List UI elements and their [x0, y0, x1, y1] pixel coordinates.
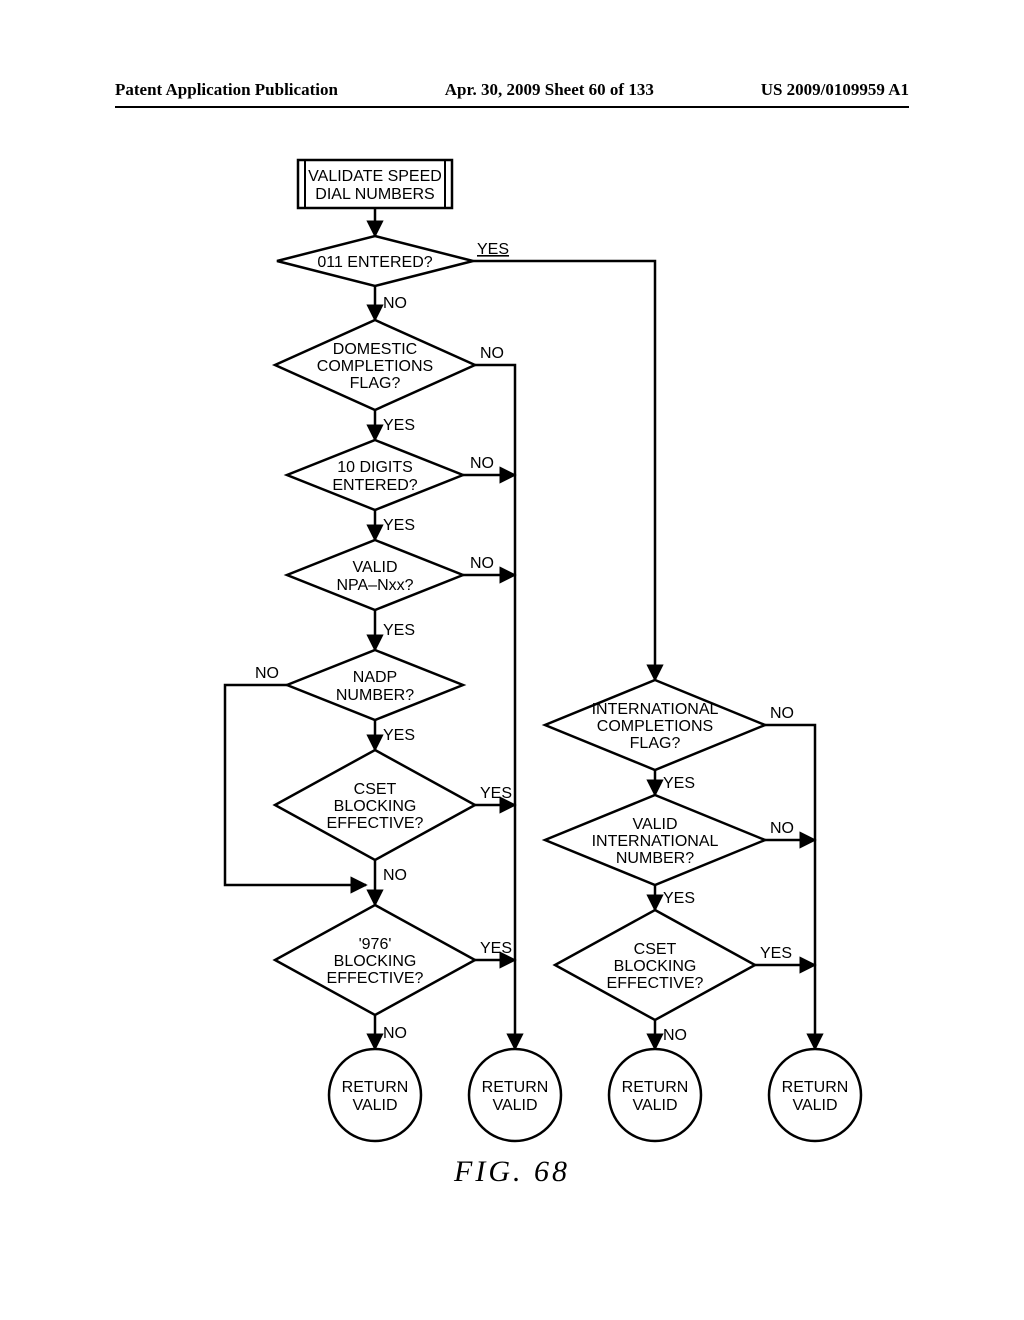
node-d10: CSET BLOCKING EFFECTIVE?: [555, 910, 755, 1020]
node-d2-l3: FLAG?: [350, 375, 401, 392]
node-d4: VALID NPA–Nxx?: [287, 540, 463, 610]
node-t1-l1: RETURN: [342, 1079, 409, 1096]
node-d6: CSET BLOCKING EFFECTIVE?: [275, 750, 475, 860]
node-t3: RETURN VALID: [609, 1049, 701, 1141]
figure-label: FIG. 68: [0, 1155, 1024, 1189]
edge-d8-no: NO: [770, 705, 794, 722]
node-d8-l1: INTERNATIONAL: [592, 701, 719, 718]
node-t3-l1: RETURN: [622, 1079, 689, 1096]
edge-d1-yes: YES: [477, 241, 509, 258]
node-d5-l2: NUMBER?: [336, 687, 414, 704]
edge-d3-no: NO: [470, 455, 494, 472]
edge-d6-no: NO: [383, 867, 407, 884]
edge-d3-yes: YES: [383, 517, 415, 534]
node-t2-l2: VALID: [492, 1097, 537, 1114]
node-d6-l3: EFFECTIVE?: [327, 815, 424, 832]
edge-d2-no: NO: [480, 345, 504, 362]
node-d9-l2: INTERNATIONAL: [592, 833, 719, 850]
edge-d10-no: NO: [663, 1027, 687, 1044]
header-center: Apr. 30, 2009 Sheet 60 of 133: [445, 80, 654, 100]
node-d8: INTERNATIONAL COMPLETIONS FLAG?: [545, 680, 765, 770]
node-d10-l2: BLOCKING: [614, 958, 697, 975]
node-d9-l1: VALID: [632, 816, 677, 833]
node-d9-l3: NUMBER?: [616, 850, 694, 867]
edge-d2-yes: YES: [383, 417, 415, 434]
page-header: Patent Application Publication Apr. 30, …: [0, 80, 1024, 100]
node-t4: RETURN VALID: [769, 1049, 861, 1141]
edge-d9-yes: YES: [663, 890, 695, 907]
node-d7-l1: '976': [359, 936, 392, 953]
edge-d8-yes: YES: [663, 775, 695, 792]
node-d10-l3: EFFECTIVE?: [607, 975, 704, 992]
node-start-l2: DIAL NUMBERS: [315, 186, 434, 203]
node-start-l1: VALIDATE SPEED: [308, 168, 442, 185]
node-t2: RETURN VALID: [469, 1049, 561, 1141]
node-start: VALIDATE SPEED DIAL NUMBERS: [298, 160, 452, 208]
node-d8-l2: COMPLETIONS: [597, 718, 713, 735]
node-d2-l1: DOMESTIC: [333, 341, 417, 358]
edge-d10-yes: YES: [760, 945, 792, 962]
header-right: US 2009/0109959 A1: [761, 80, 909, 100]
node-t1: RETURN VALID: [329, 1049, 421, 1141]
edge-d4-yes: YES: [383, 622, 415, 639]
node-d1: 011 ENTERED?: [277, 236, 473, 286]
edge-d5-yes: YES: [383, 727, 415, 744]
edge-d5-no: NO: [255, 665, 279, 682]
node-t1-l2: VALID: [352, 1097, 397, 1114]
node-d9: VALID INTERNATIONAL NUMBER?: [545, 795, 765, 885]
node-d10-l1: CSET: [634, 941, 677, 958]
header-left: Patent Application Publication: [115, 80, 338, 100]
node-d5: NADP NUMBER?: [287, 650, 463, 720]
node-t4-l2: VALID: [792, 1097, 837, 1114]
node-d1-text: 011 ENTERED?: [317, 254, 432, 271]
node-d2-l2: COMPLETIONS: [317, 358, 433, 375]
node-d3: 10 DIGITS ENTERED?: [287, 440, 463, 510]
node-d7-l3: EFFECTIVE?: [327, 970, 424, 987]
node-d4-l2: NPA–Nxx?: [336, 577, 413, 594]
edge-d7-yes: YES: [480, 940, 512, 957]
edge-d4-no: NO: [470, 555, 494, 572]
node-d7: '976' BLOCKING EFFECTIVE?: [275, 905, 475, 1015]
node-d2: DOMESTIC COMPLETIONS FLAG?: [275, 320, 475, 410]
node-d8-l3: FLAG?: [630, 735, 681, 752]
node-d3-l1: 10 DIGITS: [337, 459, 413, 476]
edge-d6-yes: YES: [480, 785, 512, 802]
node-t4-l1: RETURN: [782, 1079, 849, 1096]
edge-d9-no: NO: [770, 820, 794, 837]
page: Patent Application Publication Apr. 30, …: [0, 0, 1024, 1320]
node-d6-l2: BLOCKING: [334, 798, 417, 815]
edge-d1-no: NO: [383, 295, 407, 312]
node-d7-l2: BLOCKING: [334, 953, 417, 970]
node-d4-l1: VALID: [352, 559, 397, 576]
node-d5-l1: NADP: [353, 669, 397, 686]
flowchart: VALIDATE SPEED DIAL NUMBERS 011 ENTERED?…: [115, 150, 910, 1210]
node-d6-l1: CSET: [354, 781, 397, 798]
edge-d7-no: NO: [383, 1025, 407, 1042]
node-d3-l2: ENTERED?: [332, 477, 417, 494]
node-t2-l1: RETURN: [482, 1079, 549, 1096]
header-rule: [115, 106, 909, 108]
node-t3-l2: VALID: [632, 1097, 677, 1114]
